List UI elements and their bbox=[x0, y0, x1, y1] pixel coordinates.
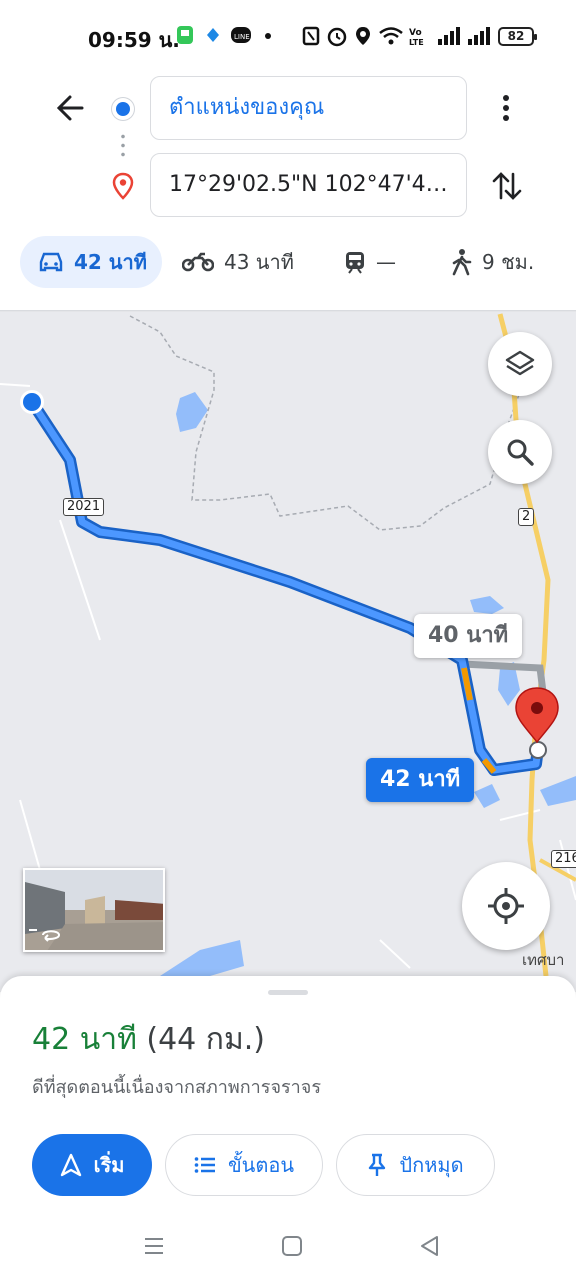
origin-marker-icon bbox=[112, 98, 134, 120]
signal-strength-icon-2 bbox=[468, 27, 490, 45]
list-icon bbox=[194, 1157, 215, 1173]
pushpin-icon bbox=[369, 1153, 386, 1176]
layers-icon bbox=[505, 350, 535, 376]
street-view-360-icon bbox=[42, 930, 61, 942]
street-view-thumbnail[interactable] bbox=[23, 868, 165, 952]
car-icon bbox=[39, 252, 63, 272]
mode-walk-label: 9 ชม. bbox=[482, 250, 535, 274]
main-route-time-label[interactable]: 42 นาที bbox=[366, 758, 475, 802]
crosshair-location-icon bbox=[488, 888, 524, 924]
origin-input[interactable]: ตำแหน่งของคุณ bbox=[150, 76, 467, 140]
volte-icon: VoLTE bbox=[409, 28, 424, 46]
alternate-route-time-label[interactable]: 40 นาที bbox=[414, 614, 523, 658]
road-label-2: 2 bbox=[518, 508, 535, 526]
signal-strength-icon-1 bbox=[438, 27, 460, 45]
start-navigation-button[interactable]: เริ่ม bbox=[32, 1134, 152, 1196]
app-notification-icon bbox=[177, 26, 193, 44]
swap-direction-icon[interactable] bbox=[490, 168, 524, 204]
battery-indicator: 82 bbox=[498, 27, 537, 46]
steps-button[interactable]: ขั้นตอน bbox=[165, 1134, 323, 1196]
destination-pin-icon bbox=[112, 172, 134, 200]
route-note: ดีที่สุดตอนนี้เนื่องจากสภาพการจราจร bbox=[32, 1077, 321, 1098]
transit-icon bbox=[346, 252, 364, 274]
svg-text:LINE: LINE bbox=[234, 33, 250, 41]
status-bar: 09:59 น. LINE Vo LTE 82 bbox=[0, 0, 576, 72]
map-search-button[interactable] bbox=[488, 420, 552, 484]
mode-car-label: 42 นาที bbox=[74, 250, 147, 274]
recent-apps-menu-icon[interactable] bbox=[142, 1234, 166, 1258]
water-body bbox=[540, 776, 576, 806]
destination-input[interactable]: 17°29'02.5"N 102°47'46.9"E bbox=[150, 153, 467, 217]
destination-endpoint bbox=[529, 741, 547, 759]
mode-motorcycle-label: 43 นาที bbox=[224, 250, 294, 274]
status-time: 09:59 น. bbox=[88, 28, 180, 52]
mode-motorcycle-tab[interactable]: 43 นาที bbox=[182, 236, 294, 288]
back-triangle-icon[interactable] bbox=[418, 1234, 442, 1258]
alarm-icon bbox=[327, 27, 347, 47]
my-location-button[interactable] bbox=[462, 862, 550, 950]
route-distance: (44 กม.) bbox=[146, 1022, 265, 1057]
more-notifications-dot-icon bbox=[265, 33, 271, 39]
start-label: เริ่ม bbox=[93, 1153, 125, 1177]
route-summary: 42 นาที (44 กม.) bbox=[32, 1016, 265, 1063]
navigation-arrow-icon bbox=[60, 1153, 81, 1177]
more-options-icon[interactable] bbox=[494, 92, 518, 124]
route-duration: 42 นาที bbox=[32, 1022, 137, 1057]
road-label-216: 216 bbox=[551, 850, 576, 868]
messenger-icon bbox=[207, 28, 219, 42]
svg-text:LTE: LTE bbox=[409, 38, 424, 46]
drag-handle[interactable] bbox=[268, 990, 308, 995]
nfc-icon bbox=[302, 26, 320, 46]
mode-transit-tab[interactable]: — bbox=[344, 236, 396, 288]
place-label: เทศบา bbox=[522, 951, 565, 969]
main-route-outline bbox=[26, 396, 544, 776]
mode-car-tab[interactable]: 42 นาที bbox=[20, 236, 162, 288]
water-body bbox=[176, 392, 208, 432]
current-location-dot[interactable] bbox=[23, 393, 41, 411]
wifi-icon bbox=[379, 27, 403, 45]
water-body bbox=[160, 940, 244, 976]
mode-transit-label: — bbox=[376, 250, 396, 274]
pin-button[interactable]: ปักหมุด bbox=[336, 1134, 495, 1196]
water-body bbox=[470, 596, 504, 614]
walk-icon bbox=[452, 249, 472, 276]
map-view[interactable]: 2021 2 216 เทศบา 40 นาที 42 นาที bbox=[0, 312, 576, 992]
motorcycle-icon bbox=[182, 252, 214, 272]
home-square-icon[interactable] bbox=[280, 1234, 304, 1258]
layers-button[interactable] bbox=[488, 332, 552, 396]
back-arrow-icon[interactable] bbox=[52, 90, 88, 126]
destination-pin-center bbox=[531, 702, 543, 714]
mode-walk-tab[interactable]: 9 ชม. bbox=[450, 236, 534, 288]
route-dots-connector bbox=[121, 132, 125, 160]
steps-label: ขั้นตอน bbox=[227, 1153, 294, 1177]
pin-label: ปักหมุด bbox=[399, 1153, 464, 1177]
location-status-icon bbox=[356, 27, 370, 45]
destination-map-pin-icon[interactable] bbox=[515, 687, 559, 744]
search-icon bbox=[507, 439, 534, 466]
line-app-icon: LINE bbox=[231, 27, 251, 43]
water-body bbox=[474, 784, 500, 808]
road-label-2021: 2021 bbox=[63, 498, 105, 516]
svg-text:Vo: Vo bbox=[409, 28, 422, 38]
